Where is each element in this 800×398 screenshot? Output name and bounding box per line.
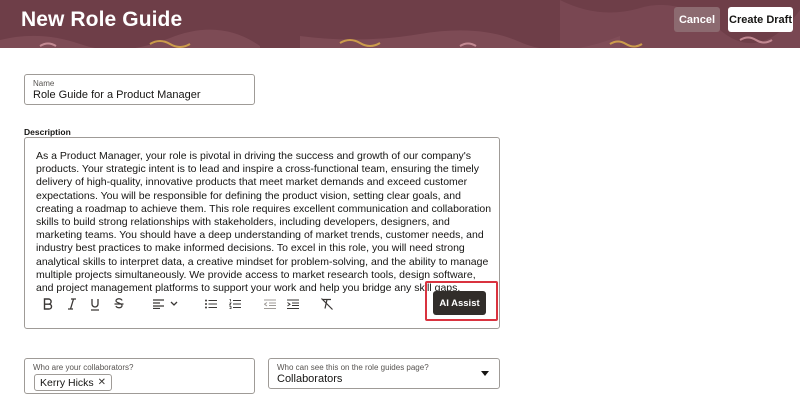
clear-format-icon[interactable] xyxy=(321,296,333,312)
collaborators-label: Who are your collaborators? xyxy=(33,363,134,372)
bold-icon[interactable] xyxy=(42,296,54,312)
collaborators-field[interactable]: Who are your collaborators? Kerry Hicks … xyxy=(24,358,255,394)
cancel-button[interactable]: Cancel xyxy=(674,7,720,32)
numbered-list-icon[interactable] xyxy=(229,296,241,312)
name-field-value[interactable]: Role Guide for a Product Manager xyxy=(33,89,201,101)
description-label: Description xyxy=(24,127,71,137)
close-icon[interactable]: ✕ xyxy=(98,377,106,388)
page-title: New Role Guide xyxy=(21,8,183,31)
create-draft-button[interactable]: Create Draft xyxy=(728,7,793,32)
chevron-down-icon[interactable] xyxy=(169,296,179,312)
indent-icon[interactable] xyxy=(287,296,299,312)
align-icon[interactable] xyxy=(152,296,164,312)
strikethrough-icon[interactable] xyxy=(113,296,125,312)
page-header: New Role Guide Cancel Create Draft xyxy=(0,0,800,48)
name-field[interactable]: Name Role Guide for a Product Manager xyxy=(24,74,255,105)
description-text[interactable]: As a Product Manager, your role is pivot… xyxy=(36,150,494,295)
name-field-label: Name xyxy=(33,79,55,88)
underline-icon[interactable] xyxy=(89,296,101,312)
outdent-icon[interactable] xyxy=(264,296,276,312)
collaborator-chip[interactable]: Kerry Hicks ✕ xyxy=(34,374,113,391)
formatting-toolbar xyxy=(25,294,345,314)
visibility-value: Collaborators xyxy=(277,373,343,385)
dropdown-caret-icon[interactable] xyxy=(481,371,489,376)
ai-assist-button[interactable]: AI Assist xyxy=(433,291,486,315)
visibility-label: Who can see this on the role guides page… xyxy=(277,363,429,372)
visibility-select[interactable]: Who can see this on the role guides page… xyxy=(268,358,500,389)
collaborator-chip-label: Kerry Hicks xyxy=(40,376,94,389)
italic-icon[interactable] xyxy=(66,296,78,312)
bulleted-list-icon[interactable] xyxy=(205,296,217,312)
